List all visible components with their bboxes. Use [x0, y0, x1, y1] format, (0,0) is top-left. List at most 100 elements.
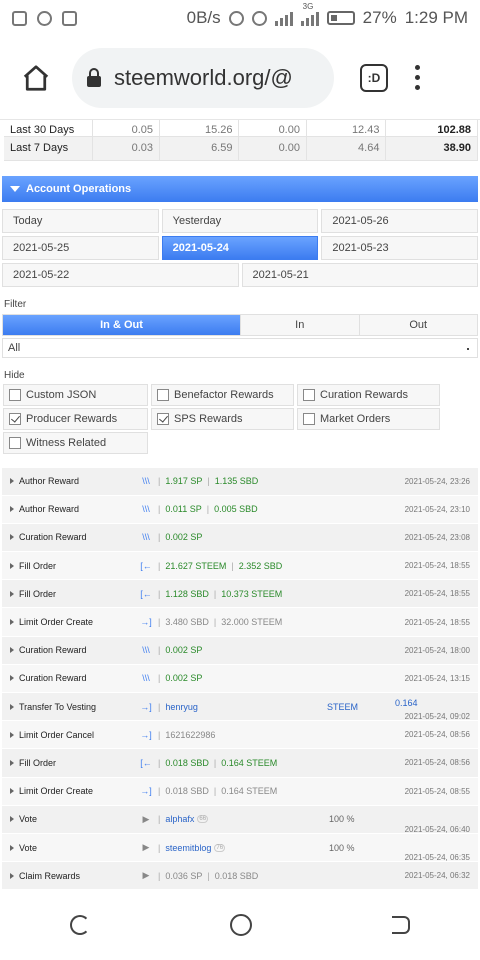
- screenshot-icon: [12, 10, 27, 26]
- author-link[interactable]: steemitblog: [165, 843, 211, 853]
- settings-icon: [37, 10, 52, 26]
- hide-sps-rewards-checkbox[interactable]: SPS Rewards: [151, 407, 294, 430]
- expand-icon: [10, 590, 14, 597]
- recent-apps-button[interactable]: [70, 915, 90, 935]
- expand-icon: [10, 816, 14, 823]
- reward-icon: \\\: [142, 645, 150, 656]
- hide-market-orders-checkbox[interactable]: Market Orders: [297, 407, 440, 430]
- expand-icon: [10, 534, 14, 541]
- status-bar: 0B/s 3G 27% 1:29 PM: [0, 0, 480, 36]
- summary-table: Last 30 Days 0.05 15.26 0.00 12.43 102.8…: [4, 120, 478, 161]
- operation-row[interactable]: Limit Order Create →] | 0.018 SBD | 0.16…: [2, 777, 478, 806]
- system-nav-bar: [0, 890, 480, 960]
- operation-row[interactable]: Author Reward \\\ | 1.917 SP | 1.135 SBD…: [2, 467, 478, 496]
- reward-icon: \\\: [142, 476, 150, 487]
- hide-curation-rewards-checkbox[interactable]: Curation Rewards: [297, 383, 440, 406]
- filter-in-out-button[interactable]: In & Out: [3, 314, 240, 335]
- hide-custom-json-checkbox[interactable]: Custom JSON: [3, 383, 148, 406]
- operation-row[interactable]: Fill Order [← | 0.018 SBD | 0.164 STEEM …: [2, 749, 478, 778]
- checkbox-icon: [9, 388, 21, 401]
- account-operations-header[interactable]: Account Operations: [2, 175, 478, 202]
- reputation-badge: 76: [214, 843, 226, 852]
- checkbox-checked-icon: [157, 412, 169, 425]
- home-icon: [23, 64, 49, 91]
- address-bar[interactable]: steemworld.org/@: [72, 47, 334, 108]
- checkbox-icon: [9, 436, 21, 449]
- expand-icon: [10, 562, 14, 569]
- date-button[interactable]: 2021-05-21: [241, 262, 478, 287]
- net-speed: 0B/s: [186, 8, 221, 27]
- tab-switcher-button[interactable]: :D: [360, 63, 388, 92]
- checkbox-icon: [303, 412, 315, 425]
- expand-icon: [10, 506, 14, 513]
- date-buttons-row2: 2021-05-25 2021-05-24 2021-05-23: [2, 235, 478, 260]
- dropdown-icon: [467, 347, 469, 350]
- filter-out-button[interactable]: Out: [358, 314, 477, 335]
- expand-icon: [10, 731, 14, 738]
- play-icon: ▶: [142, 813, 150, 824]
- order-in-icon: [←: [140, 588, 152, 599]
- date-buttons-row1: Today Yesterday 2021-05-26: [2, 208, 478, 233]
- expand-icon: [10, 619, 14, 626]
- browser-toolbar: steemworld.org/@ :D: [0, 36, 480, 120]
- author-link[interactable]: alphafx: [165, 814, 194, 824]
- back-button[interactable]: [392, 916, 410, 934]
- operation-row[interactable]: Limit Order Cancel →] | 1621622986 2021-…: [2, 721, 478, 750]
- collapse-icon: [10, 185, 20, 192]
- operation-row[interactable]: Limit Order Create →] | 3.480 SBD | 32.0…: [2, 608, 478, 637]
- menu-button[interactable]: [402, 65, 432, 90]
- checkbox-checked-icon: [9, 412, 21, 425]
- expand-icon: [10, 703, 14, 710]
- date-button-active[interactable]: 2021-05-24: [161, 235, 319, 260]
- hide-witness-related-checkbox[interactable]: Witness Related: [3, 431, 148, 454]
- operation-row[interactable]: Curation Reward \\\ | 0.002 SP 2021-05-2…: [2, 636, 478, 665]
- date-button[interactable]: 2021-05-25: [2, 235, 159, 260]
- url-text: steemworld.org/@: [114, 64, 293, 90]
- date-button[interactable]: Today: [2, 208, 159, 233]
- filter-label: Filter: [4, 298, 27, 310]
- lock-icon: [87, 67, 101, 87]
- operation-type-select[interactable]: All: [2, 337, 478, 358]
- operation-row[interactable]: Curation Reward \\\ | 0.002 SP 2021-05-2…: [2, 523, 478, 553]
- operation-row[interactable]: Fill Order [← | 1.128 SBD | 10.373 STEEM…: [2, 580, 478, 609]
- home-nav-button[interactable]: [230, 914, 252, 936]
- summary-row: Last 7 Days 0.03 6.59 0.00 4.64 38.90: [4, 135, 478, 161]
- order-out-icon: →]: [140, 617, 152, 628]
- hotspot-icon: [228, 10, 244, 26]
- home-button[interactable]: [14, 56, 58, 100]
- hide-options: Custom JSON Benefactor Rewards Curation …: [3, 383, 480, 454]
- reputation-badge: 66: [197, 815, 209, 824]
- hide-benefactor-rewards-checkbox[interactable]: Benefactor Rewards: [151, 383, 294, 406]
- filter-in-button[interactable]: In: [240, 314, 359, 335]
- reward-icon: \\\: [142, 504, 150, 515]
- expand-icon: [10, 872, 14, 879]
- operation-row[interactable]: Vote ▶ | alphafx 66 100 % 2021-05-24, 06…: [2, 805, 478, 834]
- date-button[interactable]: 2021-05-26: [321, 208, 478, 233]
- battery-saver-icon: [62, 10, 77, 26]
- checkbox-icon: [157, 388, 169, 401]
- date-button[interactable]: Yesterday: [161, 208, 319, 233]
- account-link[interactable]: henryug: [165, 702, 198, 712]
- filter-segmented-control: In & Out In Out: [2, 313, 478, 336]
- operation-row[interactable]: Curation Reward \\\ | 0.002 SP 2021-05-2…: [2, 664, 478, 693]
- battery-percent: 27%: [362, 8, 397, 27]
- operation-row[interactable]: Fill Order [← | 21.627 STEEM | 2.352 SBD…: [2, 552, 478, 581]
- summary-row: Last 30 Days 0.05 15.26 0.00 12.43 102.8…: [4, 120, 478, 136]
- operation-row[interactable]: Author Reward \\\ | 0.011 SP | 0.005 SBD…: [2, 495, 478, 524]
- expand-icon: [10, 759, 14, 766]
- order-out-icon: →]: [140, 786, 152, 797]
- clock: 1:29 PM: [404, 8, 468, 27]
- expand-icon: [10, 647, 14, 654]
- operation-row[interactable]: Vote ▶ | steemitblog 76 100 % 2021-05-24…: [2, 833, 478, 863]
- operation-row[interactable]: Transfer To Vesting →] | henryug STEEM 0…: [2, 693, 478, 722]
- data-saver-icon: [251, 10, 267, 26]
- order-out-icon: →]: [140, 729, 152, 740]
- menu-dot-icon: [414, 65, 420, 70]
- signal-icon: [274, 10, 293, 26]
- date-button[interactable]: 2021-05-23: [321, 235, 478, 260]
- hide-producer-rewards-checkbox[interactable]: Producer Rewards: [3, 407, 148, 430]
- date-button[interactable]: 2021-05-22: [2, 262, 239, 287]
- order-in-icon: [←: [140, 757, 152, 768]
- date-buttons-row3: 2021-05-22 2021-05-21: [2, 262, 478, 287]
- operation-row[interactable]: Claim Rewards ▶ | 0.036 SP | 0.018 SBD 2…: [2, 862, 478, 890]
